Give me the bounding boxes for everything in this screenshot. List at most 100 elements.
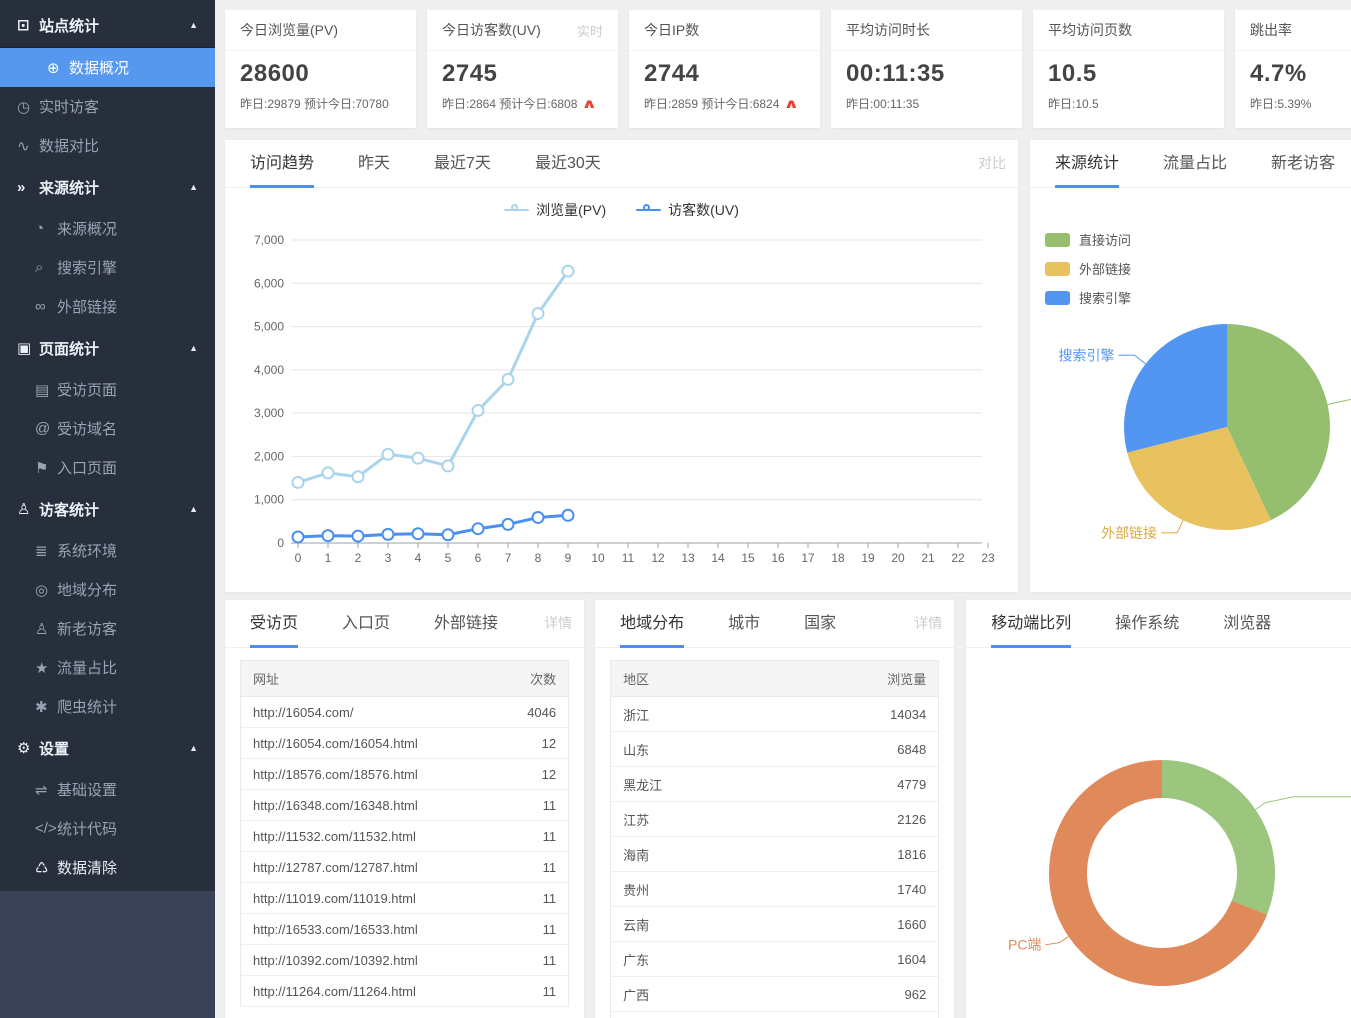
table-header-row: 地区浏览量: [611, 661, 939, 697]
sidebar-section-source-stats[interactable]: »来源统计▲: [0, 165, 215, 209]
donut-callout-line: [1046, 937, 1069, 945]
sidebar-section-settings[interactable]: ⚙设置▲: [0, 726, 215, 770]
main-content: 今日浏览量(PV)28600昨日:29879 预计今日:70780今日访客数(U…: [215, 0, 1351, 1018]
data-point[interactable]: [353, 531, 364, 542]
data-point[interactable]: [473, 523, 484, 534]
cell-count: 6848: [775, 732, 939, 767]
tab-source-1[interactable]: 流量占比: [1163, 140, 1227, 187]
sidebar-item-data-overview[interactable]: ⊕数据概况: [0, 48, 215, 87]
sidebar: ⊡站点统计▲⊕数据概况◷实时访客∿数据对比»来源统计▲◔来源概况⌕搜索引擎∞外部…: [0, 0, 215, 1018]
tab-device-0[interactable]: 移动端比列: [991, 600, 1071, 647]
sidebar-item-realtime-visitors[interactable]: ◷实时访客: [0, 87, 215, 126]
data-point[interactable]: [503, 519, 514, 530]
sidebar-item-label: 来源概况: [57, 218, 117, 239]
data-point[interactable]: [383, 449, 394, 460]
tab-device-1[interactable]: 操作系统: [1115, 600, 1179, 647]
sidebar-section-label: 来源统计: [39, 177, 99, 198]
sidebar-item-search-engine[interactable]: ⌕搜索引擎: [0, 248, 215, 287]
data-point[interactable]: [353, 471, 364, 482]
sidebar-item-label: 流量占比: [57, 657, 117, 678]
data-point[interactable]: [533, 512, 544, 523]
data-point[interactable]: [413, 528, 424, 539]
chevron-up-icon[interactable]: ▲: [189, 504, 215, 514]
legend-label: 访客数(UV): [668, 200, 739, 220]
sidebar-item-entry-pages[interactable]: ⚑入口页面: [0, 448, 215, 487]
cell-label: 广西: [611, 977, 775, 1012]
tab-trend-1[interactable]: 昨天: [358, 140, 390, 187]
sidebar-item-label: 数据清除: [57, 857, 117, 878]
sidebar-item-data-clear[interactable]: ♺数据清除: [0, 848, 215, 887]
cell-count: 1660: [775, 907, 939, 942]
trend-action-link[interactable]: 对比: [978, 140, 1006, 187]
data-point[interactable]: [473, 405, 484, 416]
table-row: 黑龙江4779: [611, 767, 939, 802]
source-legend-item-1[interactable]: 外部链接: [1045, 259, 1131, 278]
sidebar-item-source-overview[interactable]: ◔来源概况: [0, 209, 215, 248]
sidebar-item-tracking-code[interactable]: </>统计代码: [0, 809, 215, 848]
svg-text:8: 8: [535, 551, 542, 565]
donut-slice-0[interactable]: [1162, 760, 1275, 915]
stat-card-value: 00:11:35: [831, 51, 1022, 88]
stat-card-value: 2745: [427, 51, 618, 88]
sidebar-footer: [0, 891, 215, 1018]
data-point[interactable]: [563, 266, 574, 277]
sidebar-section-visitor-stats[interactable]: ♙访客统计▲: [0, 487, 215, 531]
sidebar-item-region-distribution[interactable]: ◎地域分布: [0, 570, 215, 609]
data-point[interactable]: [413, 453, 424, 464]
tab-pages-1[interactable]: 入口页: [342, 600, 390, 647]
cell-count: 14034: [775, 697, 939, 732]
data-point[interactable]: [293, 531, 304, 542]
column-header: 地区: [611, 661, 775, 697]
cell-label: 贵州: [611, 872, 775, 907]
legend-ring-icon: [643, 204, 650, 211]
data-point[interactable]: [443, 529, 454, 540]
gauge-icon: ◔: [35, 220, 57, 237]
sidebar-item-label: 数据对比: [39, 135, 99, 156]
data-point[interactable]: [323, 530, 334, 541]
cell-label: 广东: [611, 942, 775, 977]
clock-icon: ◷: [17, 98, 39, 116]
stat-card-footer-text: 昨日:5.39%: [1250, 95, 1311, 112]
legend-item-pv[interactable]: 浏览量(PV): [504, 200, 606, 220]
sidebar-item-basic-settings[interactable]: ⇌基础设置: [0, 770, 215, 809]
legend-item-uv[interactable]: 访客数(UV): [636, 200, 739, 220]
tab-region-1[interactable]: 城市: [728, 600, 760, 647]
chevron-up-icon[interactable]: ▲: [189, 743, 215, 753]
chevron-up-icon[interactable]: ▲: [189, 20, 215, 30]
data-point[interactable]: [443, 460, 454, 471]
chevron-up-icon[interactable]: ▲: [189, 182, 215, 192]
data-point[interactable]: [323, 467, 334, 478]
tab-trend-2[interactable]: 最近7天: [434, 140, 491, 187]
cell-label: 云南: [611, 907, 775, 942]
data-point[interactable]: [503, 374, 514, 385]
sidebar-item-data-compare[interactable]: ∿数据对比: [0, 126, 215, 165]
source-legend-item-2[interactable]: 搜索引擎: [1045, 288, 1131, 307]
sidebar-item-visited-domains[interactable]: @受访域名: [0, 409, 215, 448]
tab-region-2[interactable]: 国家: [804, 600, 836, 647]
tab-trend-3[interactable]: 最近30天: [535, 140, 601, 187]
data-point[interactable]: [533, 308, 544, 319]
tab-pages-0[interactable]: 受访页: [250, 600, 298, 647]
sidebar-section-page-stats[interactable]: ▣页面统计▲: [0, 326, 215, 370]
data-point[interactable]: [383, 529, 394, 540]
pages-action-link[interactable]: 详情: [544, 600, 572, 647]
data-point[interactable]: [563, 510, 574, 521]
data-point[interactable]: [293, 477, 304, 488]
stat-card-footer: 昨日:29879 预计今日:70780: [225, 88, 416, 112]
sidebar-item-visited-pages[interactable]: ▤受访页面: [0, 370, 215, 409]
chevron-up-icon[interactable]: ▲: [189, 343, 215, 353]
tab-device-2[interactable]: 浏览器: [1223, 600, 1271, 647]
sidebar-item-traffic-share[interactable]: ★流量占比: [0, 648, 215, 687]
sidebar-section-site-stats[interactable]: ⊡站点统计▲: [0, 3, 215, 47]
tab-trend-0[interactable]: 访问趋势: [250, 140, 314, 187]
tab-region-0[interactable]: 地域分布: [620, 600, 684, 647]
sidebar-item-new-old-visitors[interactable]: ♙新老访客: [0, 609, 215, 648]
tab-source-0[interactable]: 来源统计: [1055, 140, 1119, 187]
sidebar-item-crawler-stats[interactable]: ✱爬虫统计: [0, 687, 215, 726]
sidebar-item-system-env[interactable]: ≣系统环境: [0, 531, 215, 570]
source-legend-item-0[interactable]: 直接访问: [1045, 230, 1131, 249]
tab-source-2[interactable]: 新老访客: [1271, 140, 1335, 187]
tab-pages-2[interactable]: 外部链接: [434, 600, 498, 647]
sidebar-item-external-links[interactable]: ∞外部链接: [0, 287, 215, 326]
region-action-link[interactable]: 详情: [914, 600, 942, 647]
